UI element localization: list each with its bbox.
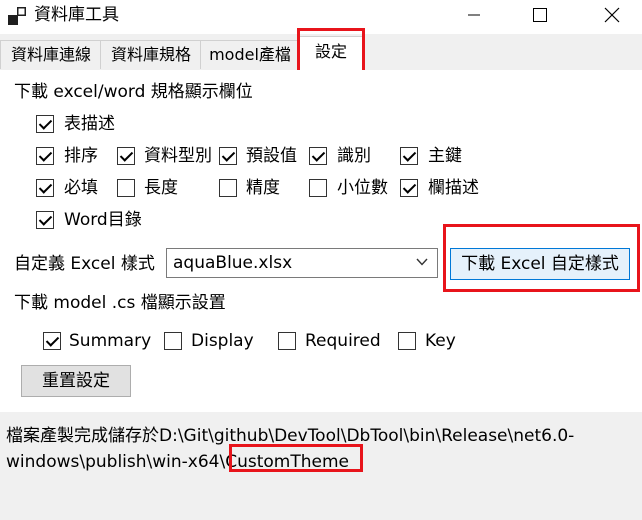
checkbox-word-toc-label: Word目錄 [64, 210, 142, 230]
checkbox-data-type[interactable] [117, 147, 135, 165]
checkbox-primary-key[interactable] [400, 147, 418, 165]
excel-style-select[interactable]: aquaBlue.xlsx [166, 248, 438, 278]
checkbox-sort-label: 排序 [64, 146, 98, 166]
checkbox-default-value-label: 預設值 [246, 146, 297, 166]
minimize-icon [468, 14, 480, 16]
checkbox-column-description[interactable] [400, 179, 418, 197]
tab-model-generate[interactable]: model產檔 [200, 40, 300, 69]
checkbox-precision-label: 精度 [246, 178, 280, 198]
model-cs-section-label: 下載 model .cs 檔顯示設置 [14, 293, 226, 313]
checkbox-length[interactable] [117, 179, 135, 197]
checkbox-precision[interactable] [219, 179, 237, 197]
status-message-folder: CustomTheme [225, 452, 349, 472]
checkbox-summary-label: Summary [69, 331, 152, 351]
tab-db-spec[interactable]: 資料庫規格 [100, 40, 202, 69]
checkbox-data-type-label: 資料型別 [144, 146, 212, 166]
tab-settings[interactable]: 設定 [298, 36, 364, 71]
checkbox-table-description-label: 表描述 [64, 114, 115, 134]
checkbox-summary[interactable] [43, 332, 61, 350]
checkbox-required-attr[interactable] [278, 332, 296, 350]
checkbox-word-toc[interactable] [36, 211, 54, 229]
checkbox-identity[interactable] [309, 147, 327, 165]
checkbox-column-description-label: 欄描述 [428, 178, 479, 198]
custom-excel-style-label: 自定義 Excel 樣式 [14, 254, 155, 274]
minimize-button[interactable] [451, 0, 497, 30]
checkbox-table-description[interactable] [36, 115, 54, 133]
window-title: 資料庫工具 [34, 5, 119, 25]
checkbox-identity-label: 識別 [337, 146, 371, 166]
checkbox-length-label: 長度 [144, 178, 178, 198]
maximize-button[interactable] [517, 0, 563, 30]
status-message: 檔案產製完成儲存於D:\Git\github\DevTool\DbTool\bi… [6, 423, 636, 475]
checkbox-key-label: Key [425, 331, 456, 351]
checkbox-sort[interactable] [36, 147, 54, 165]
checkbox-key[interactable] [398, 332, 416, 350]
checkbox-required-attr-label: Required [305, 331, 381, 351]
excel-style-select-value: aquaBlue.xlsx [173, 253, 293, 273]
excel-word-section-label: 下載 excel/word 規格顯示欄位 [14, 82, 253, 102]
checkbox-scale-label: 小位數 [337, 178, 388, 198]
chevron-down-icon [416, 258, 428, 266]
maximize-icon [533, 8, 547, 22]
checkbox-scale[interactable] [309, 179, 327, 197]
checkbox-display-label: Display [191, 331, 254, 351]
checkbox-display[interactable] [164, 332, 182, 350]
reset-settings-button[interactable]: 重置設定 [21, 365, 131, 397]
checkbox-required-label: 必填 [64, 178, 98, 198]
app-window-icon [8, 7, 26, 25]
checkbox-default-value[interactable] [219, 147, 237, 165]
close-icon [604, 7, 620, 23]
checkbox-primary-key-label: 主鍵 [428, 146, 462, 166]
tab-db-connection[interactable]: 資料庫連線 [0, 40, 102, 69]
close-button[interactable] [589, 0, 635, 30]
download-excel-style-button[interactable]: 下載 Excel 自定樣式 [450, 248, 630, 280]
title-bar: 資料庫工具 [0, 0, 642, 34]
checkbox-required[interactable] [36, 179, 54, 197]
